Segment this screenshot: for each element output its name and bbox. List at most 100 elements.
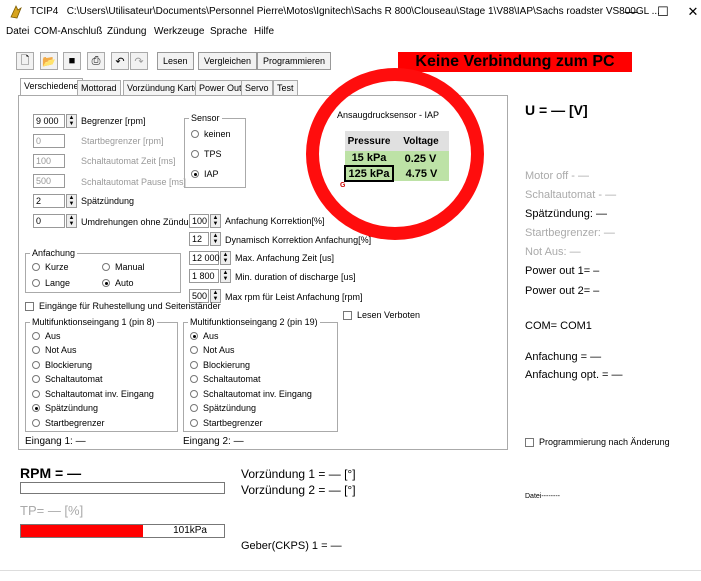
max-rpm-label: Max rpm für Leist Anfachung [rpm] xyxy=(225,292,363,302)
tab-test[interactable]: Test xyxy=(273,80,298,96)
programmieren-button[interactable]: Programmieren xyxy=(257,52,332,70)
print-icon[interactable]: ⎙ xyxy=(87,52,105,70)
radio-dot xyxy=(190,390,198,398)
redo-icon[interactable]: ↷ xyxy=(130,52,148,70)
menu-com-anschluss[interactable]: COM-Anschluß xyxy=(34,26,102,37)
begrenzer-spinner[interactable]: ▲ ▼ xyxy=(66,114,77,128)
anfachung-group: Anfachung Kurze Manual Lange Auto xyxy=(25,248,181,293)
mf1-option-spaetzuendung[interactable]: Spätzündung xyxy=(32,403,98,413)
mf2-option-blockierung[interactable]: Blockierung xyxy=(190,360,250,370)
mf2-option-schaltautomat[interactable]: Schaltautomat xyxy=(190,374,261,384)
tab-verschiedene[interactable]: Verschiedene xyxy=(20,78,83,96)
undo-icon[interactable]: ↶ xyxy=(111,52,129,70)
mf1-option-not-aus[interactable]: Not Aus xyxy=(32,345,77,355)
pressure-bar: 101kPa xyxy=(20,524,225,538)
mf1-option-schaltautomat[interactable]: Schaltautomat xyxy=(32,374,103,384)
mf2-option-schaltautomat-inv[interactable]: Schaltautomat inv. Eingang xyxy=(190,389,312,399)
pressure-bar-fill xyxy=(21,525,143,537)
radio-dot-selected xyxy=(191,170,199,178)
mf2-option-spaetzuendung[interactable]: Spätzündung xyxy=(190,403,256,413)
checkbox-box xyxy=(525,437,534,447)
save-icon[interactable]: ■ xyxy=(63,52,81,70)
menu-sprache[interactable]: Sprache xyxy=(210,26,247,37)
mf2-option-aus[interactable]: Aus xyxy=(190,331,219,341)
open-folder-icon[interactable]: 📂 xyxy=(40,52,58,70)
close-button[interactable]: ✕ xyxy=(683,4,701,20)
anfachung-korr-input[interactable]: 100 xyxy=(189,214,209,228)
schaltautomat-pause-input[interactable]: 500 xyxy=(33,174,65,188)
radio-dot-selected xyxy=(102,279,110,287)
mf2-group: Multifunktionseingang 2 (pin 19) Aus Not… xyxy=(183,317,338,432)
tab-mottorad[interactable]: Mottorad xyxy=(77,80,121,96)
sensor-option-iap[interactable]: IAP xyxy=(191,169,219,179)
radio-dot-selected xyxy=(190,332,198,340)
anfachung-group-title: Anfachung xyxy=(30,248,78,258)
radio-dot xyxy=(32,390,40,398)
vorzuendung1-readout: Vorzündung 1 = — [°] xyxy=(241,467,356,481)
menu-hilfe[interactable]: Hilfe xyxy=(254,26,274,37)
sensor-option-keinen[interactable]: keinen xyxy=(191,129,231,139)
max-anf-zeit-spinner[interactable]: ▲ ▼ xyxy=(220,251,231,265)
tab-vorzuendung-karte[interactable]: Vorzündung Karte xyxy=(123,80,204,96)
checkbox-box xyxy=(25,301,34,311)
anfachung-korr-spinner[interactable]: ▲ ▼ xyxy=(210,214,221,228)
anfachung-option-lange[interactable]: Lange xyxy=(32,278,70,288)
menu-datei[interactable]: Datei xyxy=(6,26,29,37)
dyn-korr-spinner[interactable]: ▲ ▼ xyxy=(210,232,221,246)
minimize-button[interactable]: — xyxy=(621,4,641,19)
new-file-icon[interactable]: 🗋 xyxy=(16,52,34,70)
menu-zuendung[interactable]: Zündung xyxy=(107,26,146,37)
rpm-readout: RPM = — xyxy=(20,465,82,481)
sensor-option-tps[interactable]: TPS xyxy=(191,149,222,159)
spaetzuendung-input[interactable]: 2 xyxy=(33,194,65,208)
annotation-circle xyxy=(306,68,484,240)
spaetzuendung-label: Spätzündung xyxy=(81,196,135,206)
eingaenge-checkbox[interactable]: Eingänge für Ruhestellung und Seitenstän… xyxy=(25,301,221,311)
radio-dot xyxy=(190,361,198,369)
dyn-korr-input[interactable]: 12 xyxy=(189,232,209,246)
min-duration-input[interactable]: 1 800 xyxy=(189,269,219,283)
radio-dot xyxy=(190,404,198,412)
radio-dot xyxy=(32,375,40,383)
anfachung-korr-label: Anfachung Korrektion[%] xyxy=(225,216,325,226)
geber-readout: Geber(CKPS) 1 = — xyxy=(241,540,342,552)
window-title: TCIP4 C:\Users\Utilisateur\Documents\Per… xyxy=(30,6,660,17)
eingang1-status: Eingang 1: — xyxy=(25,436,86,447)
spaetzuendung-spinner[interactable]: ▲ ▼ xyxy=(66,194,77,208)
umdrehungen-label: Umdrehungen ohne Zündung xyxy=(81,217,199,227)
radio-dot xyxy=(190,346,198,354)
lesen-verboten-checkbox[interactable]: Lesen Verboten xyxy=(343,310,420,320)
schaltautomat-status: Schaltautomat - — xyxy=(525,189,617,201)
begrenzer-input[interactable]: 9 000 xyxy=(33,114,65,128)
rpm-bar xyxy=(20,482,225,494)
lesen-button[interactable]: Lesen xyxy=(157,52,194,70)
mf1-option-aus[interactable]: Aus xyxy=(32,331,61,341)
mf1-option-schaltautomat-inv[interactable]: Schaltautomat inv. Eingang xyxy=(32,389,154,399)
anfachung-option-kurze[interactable]: Kurze xyxy=(32,262,69,272)
umdrehungen-input[interactable]: 0 xyxy=(33,214,65,228)
startbegrenzer-input[interactable]: 0 xyxy=(33,134,65,148)
schaltautomat-pause-label: Schaltautomat Pause [ms] xyxy=(81,177,187,187)
tab-servo[interactable]: Servo xyxy=(241,80,273,96)
maximize-button[interactable]: ☐ xyxy=(653,4,673,20)
anfachung-option-auto[interactable]: Auto xyxy=(102,278,134,288)
title-bar: TCIP4 C:\Users\Utilisateur\Documents\Per… xyxy=(0,0,701,24)
max-anf-zeit-input[interactable]: 12 000 xyxy=(189,251,220,265)
tab-power-out[interactable]: Power Out xyxy=(195,80,246,96)
umdrehungen-spinner[interactable]: ▲ ▼ xyxy=(66,214,77,228)
mf1-option-startbegrenzer[interactable]: Startbegrenzer xyxy=(32,418,105,428)
power-out1-status: Power out 1= – xyxy=(525,265,600,277)
schaltautomat-zeit-input[interactable]: 100 xyxy=(33,154,65,168)
anfachung-option-manual[interactable]: Manual xyxy=(102,262,145,272)
startbegrenzer-label: Startbegrenzer [rpm] xyxy=(81,136,164,146)
vergleichen-button[interactable]: Vergleichen xyxy=(198,52,258,70)
radio-dot xyxy=(32,279,40,287)
mf2-option-startbegrenzer[interactable]: Startbegrenzer xyxy=(190,418,263,428)
mf1-option-blockierung[interactable]: Blockierung xyxy=(32,360,92,370)
mf2-option-not-aus[interactable]: Not Aus xyxy=(190,345,235,355)
startbegrenzer-status: Startbegrenzer: — xyxy=(525,227,615,239)
com-status: COM= COM1 xyxy=(525,320,592,332)
programmierung-checkbox[interactable]: Programmierung nach Änderung xyxy=(525,437,670,447)
menu-werkzeuge[interactable]: Werkzeuge xyxy=(154,26,204,37)
min-duration-spinner[interactable]: ▲ ▼ xyxy=(220,269,231,283)
